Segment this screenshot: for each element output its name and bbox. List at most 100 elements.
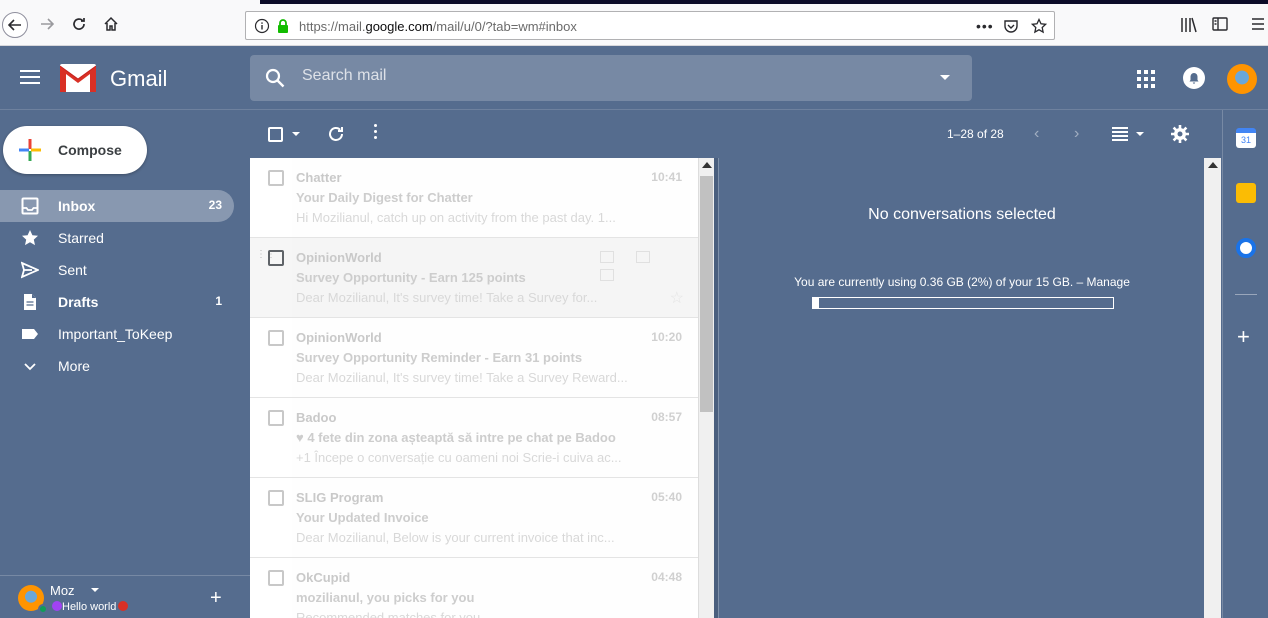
star-icon: [22, 230, 38, 246]
sidebar-item-drafts[interactable]: Drafts 1: [0, 286, 234, 318]
mail-row[interactable]: ⋮⋮ OpinionWorld Survey Opportunity - Ear…: [250, 238, 698, 318]
bookmark-star-icon[interactable]: [1031, 18, 1047, 34]
sidebar-item-more[interactable]: More: [0, 350, 234, 382]
row-checkbox[interactable]: [268, 490, 284, 506]
mail-snippet: Dear Mozilianul, It's survey time! Take …: [296, 370, 628, 385]
split-pane-options-icon[interactable]: [1136, 132, 1144, 136]
unread-count: 23: [208, 198, 222, 212]
emoji-icon: [118, 601, 129, 611]
main-menu-button[interactable]: [20, 70, 40, 88]
compose-label: Compose: [58, 142, 122, 158]
search-options-icon[interactable]: [940, 75, 950, 80]
side-panel-divider: [1235, 294, 1257, 295]
newer-page-icon[interactable]: ‹: [1034, 125, 1039, 143]
reading-pane: No conversations selected You are curren…: [718, 158, 1204, 618]
message-list-scrollbar[interactable]: [698, 158, 714, 618]
mail-time: 05:40: [651, 490, 682, 504]
mail-row[interactable]: OpinionWorld 10:20 Survey Opportunity Re…: [250, 318, 698, 398]
sidebar-item-important-tokeep[interactable]: Important_ToKeep: [0, 318, 234, 350]
mail-time: 10:41: [651, 170, 682, 184]
home-button[interactable]: [100, 13, 122, 35]
sidebar-item-starred[interactable]: Starred: [0, 222, 234, 254]
address-bar[interactable]: https://mail.google.com/mail/u/0/?tab=wm…: [245, 11, 1055, 40]
drag-handle-icon[interactable]: ⋮⋮: [256, 250, 276, 264]
tasks-icon[interactable]: [1236, 238, 1256, 258]
scroll-up-icon[interactable]: [702, 162, 712, 168]
sidebar-item-sent[interactable]: Sent: [0, 254, 234, 286]
tab-strip: [260, 0, 1268, 4]
mail-row[interactable]: Chatter 10:41 Your Daily Digest for Chat…: [250, 158, 698, 238]
mail-sender: SLIG Program: [296, 490, 384, 505]
reload-button[interactable]: [68, 13, 90, 35]
mail-snippet: +1 Începe o conversație cu oameni noi Sc…: [296, 450, 622, 465]
mail-row[interactable]: Badoo 08:57 ♥ 4 fete din zona așteaptă s…: [250, 398, 698, 478]
pocket-icon[interactable]: [1003, 18, 1019, 34]
scroll-up-icon[interactable]: [1208, 162, 1218, 168]
gmail-header: Gmail: [0, 46, 1268, 110]
compose-button[interactable]: Compose: [3, 126, 147, 174]
page-actions-icon[interactable]: •••: [976, 18, 994, 34]
mail-snippet: Recommended matches for you...: [296, 610, 492, 618]
mail-row[interactable]: OkCupid 04:48 mozilianul, you picks for …: [250, 558, 698, 618]
refresh-icon[interactable]: [326, 124, 346, 144]
storage-usage-bar: [812, 297, 1114, 309]
mail-row[interactable]: SLIG Program 05:40 Your Updated Invoice …: [250, 478, 698, 558]
older-page-icon[interactable]: ›: [1074, 125, 1079, 143]
row-checkbox[interactable]: [268, 570, 284, 586]
back-button[interactable]: [2, 12, 28, 38]
compose-plus-icon: [19, 139, 41, 161]
sidebar-item-inbox[interactable]: Inbox 23: [0, 190, 234, 222]
home-icon: [104, 16, 118, 31]
search-bar[interactable]: [250, 55, 972, 101]
archive-icon[interactable]: [600, 251, 614, 263]
draft-icon: [24, 294, 36, 310]
url-text[interactable]: https://mail.google.com/mail/u/0/?tab=wm…: [299, 19, 577, 34]
select-all-checkbox[interactable]: [268, 127, 283, 142]
notifications-icon[interactable]: [1183, 67, 1205, 89]
scroll-thumb[interactable]: [700, 176, 713, 412]
google-apps-icon[interactable]: [1137, 70, 1155, 88]
info-icon[interactable]: [254, 18, 270, 34]
calendar-icon[interactable]: 31: [1236, 128, 1256, 148]
row-checkbox[interactable]: [268, 170, 284, 186]
arrow-left-icon: [8, 19, 21, 31]
presence-indicator: [38, 604, 48, 614]
forward-button[interactable]: [36, 13, 58, 35]
reading-pane-scrollbar[interactable]: [1204, 158, 1221, 618]
get-addons-button[interactable]: +: [1237, 326, 1250, 348]
hangouts-user-name[interactable]: Moz: [50, 583, 75, 598]
search-icon[interactable]: [264, 67, 286, 89]
emoji-icon: [52, 601, 62, 611]
hangouts-status[interactable]: Hello world: [52, 601, 129, 613]
mail-sender: Chatter: [296, 170, 342, 185]
mail-time: 08:57: [651, 410, 682, 424]
sidebar-item-label: Inbox: [58, 198, 96, 214]
star-icon[interactable]: ☆: [670, 288, 684, 308]
mail-subject: Survey Opportunity Reminder - Earn 31 po…: [296, 350, 583, 365]
select-options-icon[interactable]: [292, 132, 300, 136]
new-conversation-button[interactable]: +: [210, 588, 222, 608]
more-actions-icon[interactable]: [374, 124, 378, 144]
library-icon[interactable]: [1180, 17, 1198, 33]
row-hover-actions: [578, 250, 678, 281]
search-input[interactable]: [302, 67, 902, 85]
mail-sender: OkCupid: [296, 570, 351, 585]
hangouts-menu-icon[interactable]: [91, 588, 99, 592]
lock-icon[interactable]: [276, 18, 290, 34]
delete-icon[interactable]: [636, 251, 650, 263]
gmail-logo-icon[interactable]: [60, 64, 96, 92]
sidebar-item-label: Sent: [58, 262, 87, 278]
app-title[interactable]: Gmail: [110, 66, 167, 92]
menu-icon[interactable]: [1251, 18, 1265, 30]
keep-icon[interactable]: [1236, 183, 1256, 203]
settings-gear-icon[interactable]: [1170, 124, 1190, 144]
split-pane-toggle-icon[interactable]: [1112, 127, 1128, 143]
row-checkbox[interactable]: [268, 250, 284, 266]
row-checkbox[interactable]: [268, 410, 284, 426]
sidebar-item-label: Drafts: [58, 294, 99, 310]
bell-icon: [1189, 73, 1199, 84]
chevron-down-icon: [24, 363, 36, 371]
sidebar-icon[interactable]: [1212, 17, 1228, 31]
row-checkbox[interactable]: [268, 330, 284, 346]
account-avatar[interactable]: [1227, 64, 1257, 94]
